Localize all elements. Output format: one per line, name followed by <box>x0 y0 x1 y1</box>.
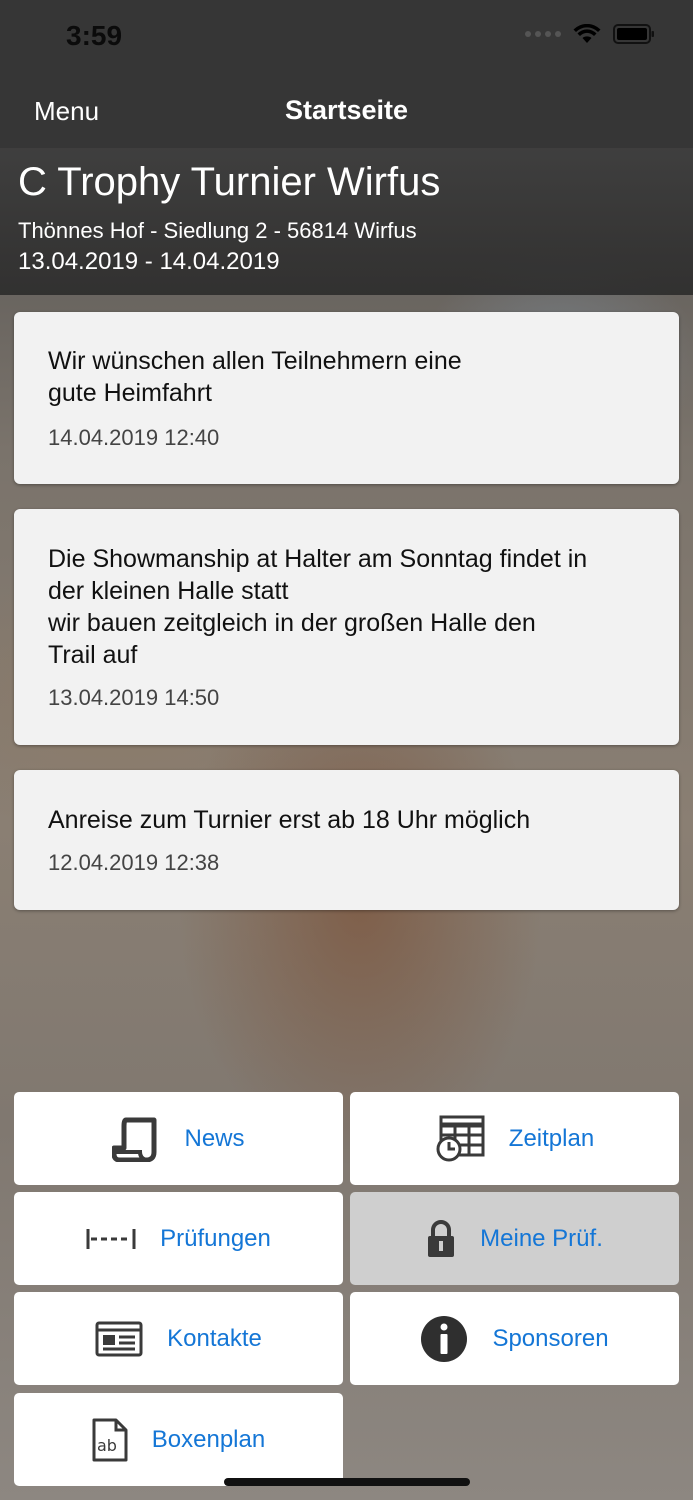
contact-card-icon <box>95 1321 143 1356</box>
news-message: Wir wünschen allen Teilnehmern eine gute… <box>48 347 462 407</box>
tile-meine-pruef[interactable]: Meine Prüf. <box>350 1192 679 1285</box>
home-indicator[interactable] <box>224 1478 470 1486</box>
event-title: C Trophy Turnier Wirfus <box>18 160 441 204</box>
news-card[interactable]: Die Showmanship at Halter am Sonntag fin… <box>14 509 679 745</box>
info-icon <box>421 1315 468 1362</box>
tile-label: Sponsoren <box>492 1324 609 1352</box>
news-message: Die Showmanship at Halter am Sonntag fin… <box>48 545 588 669</box>
tile-boxenplan[interactable]: ab Boxenplan <box>14 1393 343 1486</box>
tile-label: Zeitplan <box>508 1124 595 1152</box>
document-ab-icon: ab <box>92 1418 128 1461</box>
schedule-icon <box>436 1115 485 1161</box>
lock-icon <box>428 1219 455 1257</box>
tile-sponsoren[interactable]: Sponsoren <box>350 1292 679 1385</box>
tile-label: Prüfungen <box>160 1224 271 1252</box>
news-message: Anreise zum Turnier erst ab 18 Uhr mögli… <box>48 806 531 834</box>
cellular-signal-icon <box>525 31 561 37</box>
tile-zeitplan[interactable]: Zeitplan <box>350 1092 679 1185</box>
tile-label: Boxenplan <box>151 1425 266 1453</box>
tile-pruefungen[interactable]: Prüfungen <box>14 1192 343 1285</box>
classes-icon <box>86 1228 136 1249</box>
page-title: Startseite <box>284 95 409 125</box>
wifi-icon <box>573 24 601 43</box>
navigation-bar: Menu Startseite <box>0 78 693 148</box>
news-card[interactable]: Anreise zum Turnier erst ab 18 Uhr mögli… <box>14 770 679 910</box>
tile-kontakte[interactable]: Kontakte <box>14 1292 343 1385</box>
tile-label: Kontakte <box>167 1324 262 1352</box>
battery-icon <box>613 24 654 44</box>
event-header: C Trophy Turnier Wirfus Thönnes Hof - Si… <box>0 148 693 295</box>
news-timestamp: 12.04.2019 12:38 <box>48 850 220 875</box>
tile-label: News <box>184 1124 245 1152</box>
tile-label: Meine Prüf. <box>480 1224 603 1252</box>
status-time: 3:59 <box>66 20 123 51</box>
news-timestamp: 13.04.2019 14:50 <box>48 685 220 710</box>
news-card[interactable]: Wir wünschen allen Teilnehmern eine gute… <box>14 312 679 484</box>
tile-news[interactable]: News <box>14 1092 343 1185</box>
news-timestamp: 14.04.2019 12:40 <box>48 425 220 450</box>
event-dates: 13.04.2019 - 14.04.2019 <box>18 248 280 275</box>
status-icons <box>525 24 655 44</box>
news-scroll-icon <box>112 1117 157 1162</box>
event-address: Thönnes Hof - Siedlung 2 - 56814 Wirfus <box>18 218 417 243</box>
status-bar: 3:59 <box>0 0 693 78</box>
svg-text:ab: ab <box>97 1436 117 1455</box>
